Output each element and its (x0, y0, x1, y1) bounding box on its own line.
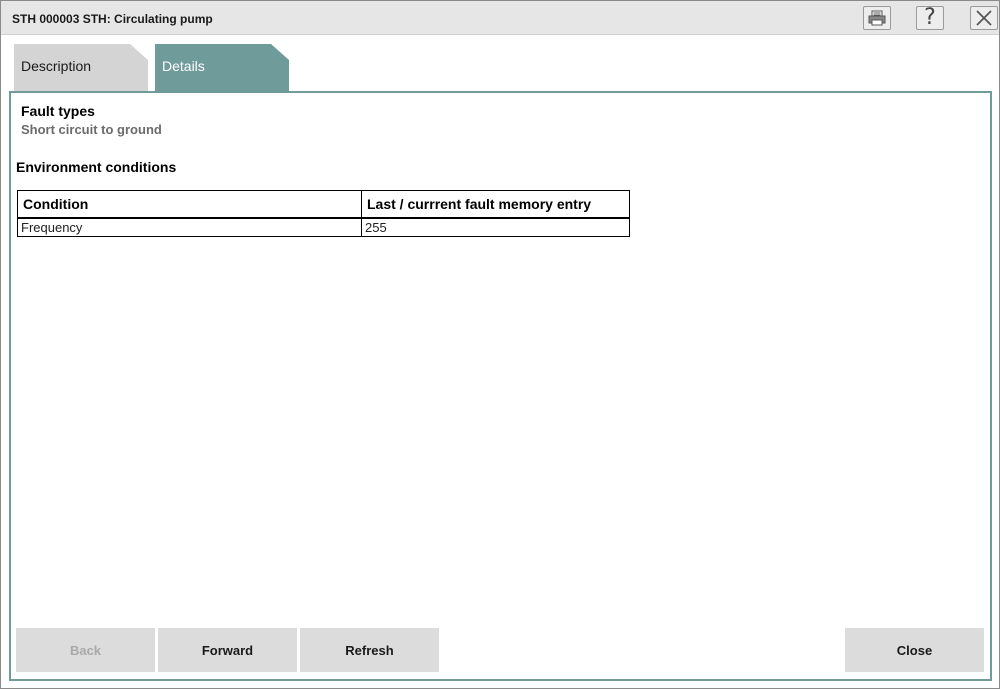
tab-description-label: Description (21, 58, 92, 74)
print-button[interactable] (863, 6, 891, 30)
condition-cell: Frequency (17, 217, 362, 237)
forward-button[interactable]: Forward (158, 628, 297, 672)
tab-details-label: Details (162, 58, 205, 74)
tab-details[interactable]: Details (155, 44, 289, 91)
window-close-button[interactable] (970, 6, 998, 30)
table-row: Frequency 255 (17, 217, 630, 237)
close-button[interactable]: Close (845, 628, 984, 672)
refresh-button[interactable]: Refresh (300, 628, 439, 672)
help-button[interactable]: ? (916, 6, 944, 30)
print-icon (868, 10, 886, 26)
window-title: STH 000003 STH: Circulating pump (12, 12, 213, 26)
back-button[interactable]: Back (16, 628, 155, 672)
help-icon: ? (924, 5, 936, 30)
details-panel: Fault types Short circuit to ground Envi… (9, 91, 992, 681)
title-bar: STH 000003 STH: Circulating pump ? (1, 1, 999, 35)
fault-types-heading: Fault types (21, 103, 95, 119)
table-header-row: Condition Last / currrent fault memory e… (17, 190, 630, 219)
environment-conditions-table: Condition Last / currrent fault memory e… (17, 190, 630, 237)
column-header-fault-memory-entry: Last / currrent fault memory entry (361, 190, 630, 219)
environment-conditions-heading: Environment conditions (16, 159, 177, 175)
fault-type-value: Short circuit to ground (21, 122, 162, 137)
tab-description[interactable]: Description (14, 44, 148, 91)
fault-memory-value-cell: 255 (361, 217, 630, 237)
close-icon (976, 10, 992, 26)
column-header-condition: Condition (17, 190, 362, 219)
dialog-window: STH 000003 STH: Circulating pump ? Descr… (0, 0, 1000, 689)
